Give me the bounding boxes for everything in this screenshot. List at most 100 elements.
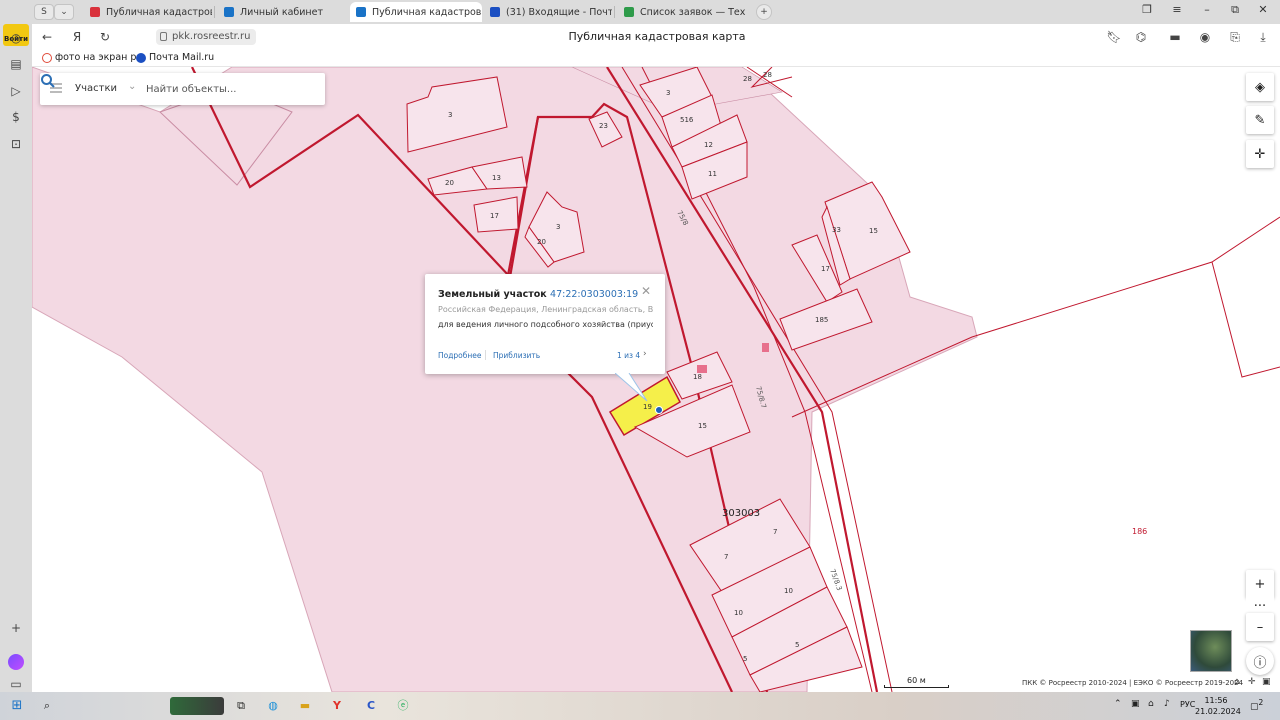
satellite-minimap[interactable] — [1190, 630, 1232, 672]
info-button[interactable]: ⓘ — [1246, 647, 1274, 675]
plot-label: 3 — [556, 223, 560, 231]
tab-title: (31) Входящие - Почта М — [506, 6, 612, 18]
zoom-out-button[interactable]: – — [1246, 613, 1274, 641]
close-icon[interactable]: ✕ — [641, 284, 651, 298]
dots-icon: ··· — [1253, 598, 1267, 614]
crosshair-icon: ✛ — [1254, 146, 1266, 162]
layers-button[interactable]: ◈ — [1246, 73, 1274, 101]
add-panel-icon[interactable]: + — [8, 620, 24, 636]
tab-3[interactable]: (31) Входящие - Почта М — [484, 2, 612, 22]
tab-title: Личный кабинет — [240, 6, 324, 18]
popup-purpose: для ведения личного подсобного хозяйства… — [438, 320, 653, 329]
search-icon[interactable] — [40, 73, 56, 89]
tab-1[interactable]: Личный кабинет — [218, 2, 346, 22]
clock[interactable]: 11:56 21.02.2024 — [1195, 695, 1241, 717]
edge-icon[interactable]: ◍ — [264, 697, 282, 715]
fullscreen-icon[interactable]: ▣ — [1262, 677, 1271, 687]
tab-bar: S ⌄ Публичная кадастровая к Личный кабин… — [0, 0, 1280, 24]
tab-4[interactable]: Список заявок — Технол — [618, 2, 746, 22]
language-indicator[interactable]: РУС — [1180, 700, 1195, 709]
profile-icon[interactable]: ◉ — [1196, 28, 1214, 46]
bookmark-favicon-icon — [42, 52, 52, 63]
download-icon[interactable]: ⤓ — [1254, 28, 1272, 46]
plot-label: 3 — [448, 111, 452, 119]
extension-icon[interactable]: ▬ — [1166, 28, 1184, 46]
search-panel: Участки ⌄ — [40, 73, 325, 105]
menu-icon[interactable]: ≡ — [1168, 3, 1186, 16]
plot-label: 33 — [832, 226, 841, 234]
bookmark-icon[interactable]: 🔖︎ — [1105, 28, 1123, 46]
protect-icon[interactable]: ⌬ — [1132, 28, 1150, 46]
home-icon[interactable]: ⌂ — [1234, 677, 1240, 687]
mail-favicon-icon — [490, 7, 500, 17]
tab-2-active[interactable]: Публичная кадастрова ✕ — [350, 2, 482, 22]
plot-label: 17 — [821, 265, 830, 273]
video-icon[interactable]: ▷ — [8, 83, 24, 99]
screenshot-icon[interactable]: ⊡ — [8, 136, 24, 152]
search-icon[interactable]: ⌕ — [38, 697, 56, 715]
crosshair-small-icon[interactable]: ✛ — [1248, 677, 1256, 687]
chevron-down-icon[interactable]: ⌄ — [128, 81, 136, 92]
tab-counter-label: S — [41, 7, 47, 17]
info-icon: ⓘ — [1253, 655, 1267, 671]
file-explorer-icon[interactable]: ▬ — [296, 697, 314, 715]
search-type-select[interactable]: Участки — [75, 83, 117, 94]
plot-label: 10 — [734, 609, 743, 617]
address-bar: ← Я ↻ pkk.rosreestr.ru Публичная кадастр… — [32, 24, 1280, 50]
scale-bar — [884, 685, 949, 688]
windows-start-icon[interactable]: ⊞ — [8, 697, 26, 715]
chevron-right-icon[interactable]: › — [643, 349, 647, 359]
alice-assistant-icon[interactable] — [8, 654, 24, 670]
new-tab-button[interactable]: + — [756, 4, 772, 20]
ruler-button[interactable]: ✎ — [1246, 106, 1274, 134]
tab-list-chevron-icon[interactable]: ⌄ — [54, 4, 74, 20]
plot-label: 12 — [704, 141, 713, 149]
bookmarks-bar: фото на экран ра Почта Mail.ru — [32, 50, 1280, 67]
url-field[interactable]: pkk.rosreestr.ru — [156, 29, 257, 45]
collections-icon[interactable]: ❐ — [1138, 3, 1156, 16]
history-icon[interactable]: ◷ — [8, 30, 24, 46]
notes-icon[interactable]: ▤ — [8, 56, 24, 72]
tab-counter-button[interactable]: S — [34, 4, 54, 20]
copyright-text: ПКК © Росреестр 2010-2024 | ЕЭКО © Росре… — [1022, 679, 1244, 687]
notification-icon[interactable]: ▢2 — [1250, 698, 1263, 712]
sidebar-toggle-icon[interactable]: ▭ — [8, 676, 24, 692]
bookmark-item[interactable]: фото на экран ра — [42, 52, 142, 63]
popup-title-text: Земельный участок — [438, 289, 547, 300]
cadastral-number-link[interactable]: 47:22:0303003:19 — [550, 289, 638, 300]
minimize-icon[interactable]: – — [1198, 3, 1216, 16]
plot-label: 15 — [869, 227, 878, 235]
back-icon[interactable]: ← — [38, 28, 56, 46]
bookmark-item[interactable]: Почта Mail.ru — [136, 52, 214, 63]
tray-app-icon[interactable]: ▣ — [1131, 699, 1140, 709]
wallet-icon[interactable]: $ — [8, 109, 24, 125]
tray-chevron-icon[interactable]: ⌃ — [1114, 699, 1122, 709]
rosreestr-favicon-icon — [356, 7, 366, 17]
locate-button[interactable]: ✛ — [1246, 140, 1274, 168]
search-input[interactable] — [146, 80, 296, 98]
app-e-icon[interactable]: ⓔ — [394, 697, 412, 715]
volume-icon[interactable]: ♪ — [1164, 699, 1170, 709]
more-details-link[interactable]: Подробнее — [438, 351, 482, 360]
translate-icon[interactable]: ⎘ — [1226, 28, 1244, 46]
plot-label: 23 — [599, 122, 608, 130]
bookmark-label: фото на экран ра — [55, 52, 143, 63]
yandex-browser-icon[interactable]: Y — [328, 697, 346, 715]
cadastral-map[interactable]: 3 23 3 516 12 11 20 13 17 3 20 15 33 17 … — [32, 67, 1280, 692]
tab-0[interactable]: Публичная кадастровая к — [84, 2, 212, 22]
selected-point-marker — [655, 406, 663, 414]
app-c-icon[interactable]: C — [362, 697, 380, 715]
task-view-icon[interactable]: ⧉ — [232, 697, 250, 715]
plot-label: 7 — [773, 528, 777, 536]
plot-label: 5 — [743, 655, 747, 663]
plot-label: 186 — [1132, 527, 1147, 536]
plot-label: 20 — [537, 238, 546, 246]
close-window-icon[interactable]: ✕ — [1254, 3, 1272, 16]
zoom-to-link[interactable]: Приблизить — [493, 351, 540, 360]
minus-icon: – — [1256, 619, 1264, 635]
reload-icon[interactable]: ↻ — [96, 28, 114, 46]
yandex-icon[interactable]: Я — [68, 28, 86, 46]
restore-icon[interactable]: ⧉ — [1226, 3, 1244, 17]
weather-widget[interactable] — [170, 697, 224, 715]
network-icon[interactable]: ⌂ — [1148, 699, 1154, 709]
